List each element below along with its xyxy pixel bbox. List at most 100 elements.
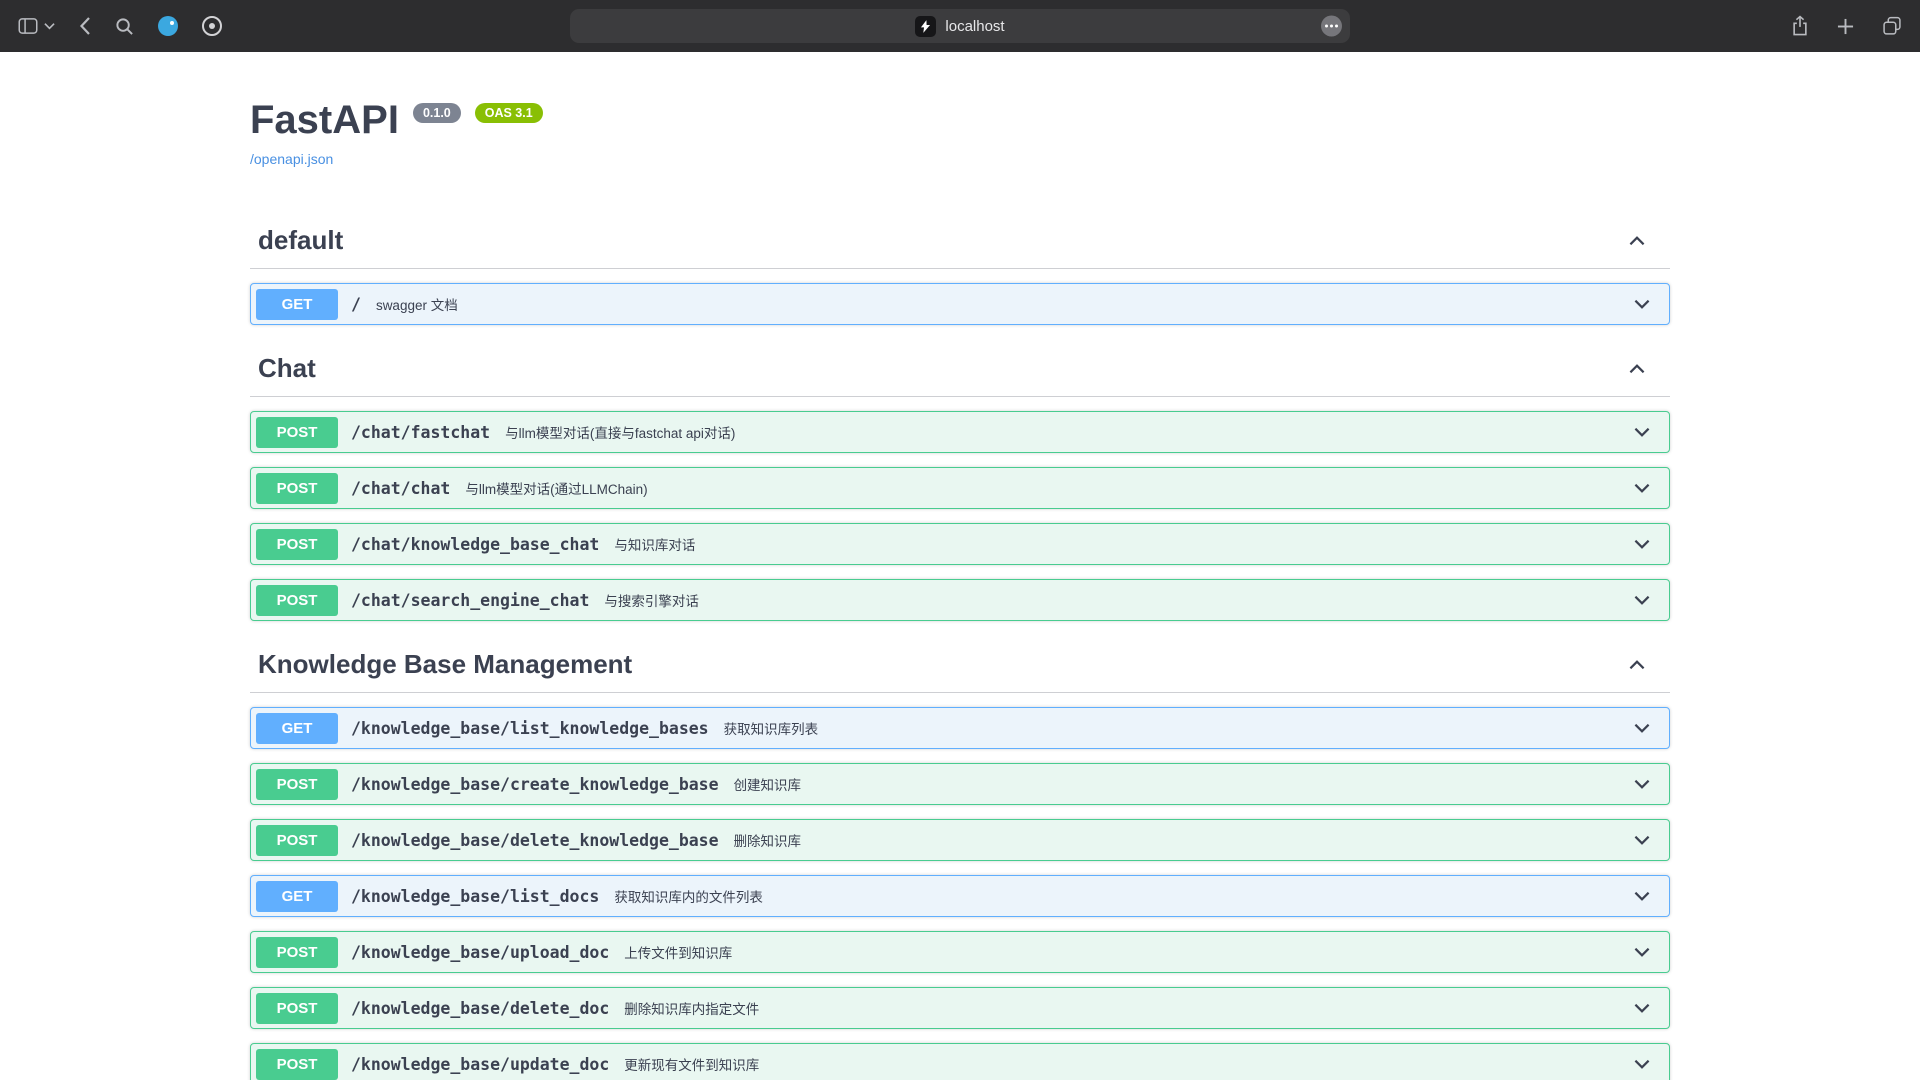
endpoint-path: /knowledge_base/list_docs (351, 887, 599, 906)
section-header[interactable]: Knowledge Base Management (250, 639, 1670, 693)
endpoint-path: /chat/fastchat (351, 423, 490, 442)
endpoint-list: POST /chat/fastchat 与llm模型对话(直接与fastchat… (250, 411, 1670, 621)
endpoint-row[interactable]: POST /knowledge_base/create_knowledge_ba… (250, 763, 1670, 805)
endpoint-row[interactable]: POST /knowledge_base/update_doc 更新现有文件到知… (250, 1043, 1670, 1080)
method-badge: POST (256, 937, 338, 968)
endpoint-path: /chat/knowledge_base_chat (351, 535, 599, 554)
expand-endpoint-icon[interactable] (1631, 773, 1653, 795)
endpoint-summary: 获取知识库列表 (724, 718, 819, 738)
endpoint-row[interactable]: POST /chat/search_engine_chat 与搜索引擎对话 (250, 579, 1670, 621)
search-button[interactable] (115, 17, 134, 36)
endpoint-summary: 更新现有文件到知识库 (624, 1054, 759, 1074)
swagger-ui: FastAPI 0.1.0 OAS 3.1 /openapi.json defa… (250, 52, 1670, 1080)
endpoint-row[interactable]: POST /chat/knowledge_base_chat 与知识库对话 (250, 523, 1670, 565)
version-badge: 0.1.0 (413, 103, 461, 123)
method-badge: GET (256, 289, 338, 320)
endpoint-summary: 与llm模型对话(通过LLMChain) (465, 478, 647, 498)
expand-endpoint-icon[interactable] (1631, 421, 1653, 443)
plus-icon (1837, 18, 1854, 35)
endpoint-path: /knowledge_base/update_doc (351, 1055, 609, 1074)
method-badge: POST (256, 417, 338, 448)
chevron-down-icon (44, 22, 55, 30)
endpoint-row[interactable]: POST /knowledge_base/upload_doc 上传文件到知识库 (250, 931, 1670, 973)
expand-endpoint-icon[interactable] (1631, 293, 1653, 315)
new-tab-button[interactable] (1837, 18, 1854, 35)
address-bar[interactable]: localhost (570, 9, 1350, 43)
sections: default GET / swagger 文档 Chat POST /chat… (250, 215, 1670, 1080)
endpoint-path: /knowledge_base/upload_doc (351, 943, 609, 962)
collapse-section-icon[interactable] (1626, 230, 1648, 252)
method-badge: POST (256, 825, 338, 856)
endpoint-summary: 上传文件到知识库 (624, 942, 732, 962)
endpoint-path: / (351, 295, 361, 314)
method-badge: GET (256, 713, 338, 744)
api-info: FastAPI 0.1.0 OAS 3.1 /openapi.json (250, 98, 1670, 169)
collapse-section-icon[interactable] (1626, 654, 1648, 676)
endpoint-path: /chat/chat (351, 479, 450, 498)
page-menu-icon[interactable] (1321, 16, 1342, 37)
endpoint-summary: 删除知识库内指定文件 (624, 998, 759, 1018)
tabs-overview-icon (1882, 16, 1902, 36)
endpoint-path: /knowledge_base/create_knowledge_base (351, 775, 719, 794)
collapse-section-icon[interactable] (1626, 358, 1648, 380)
endpoint-path: /knowledge_base/delete_doc (351, 999, 609, 1018)
api-section: Chat POST /chat/fastchat 与llm模型对话(直接与fas… (250, 343, 1670, 621)
extension-target-button[interactable] (202, 16, 222, 36)
endpoint-summary: 与搜索引擎对话 (604, 590, 699, 610)
endpoint-row[interactable]: POST /knowledge_base/delete_doc 删除知识库内指定… (250, 987, 1670, 1029)
endpoint-row[interactable]: GET /knowledge_base/list_knowledge_bases… (250, 707, 1670, 749)
url-text: localhost (945, 18, 1004, 35)
oas-badge: OAS 3.1 (475, 103, 543, 123)
api-section: Knowledge Base Management GET /knowledge… (250, 639, 1670, 1080)
share-button[interactable] (1791, 15, 1809, 37)
search-icon (115, 17, 134, 36)
section-title: Chat (258, 353, 316, 384)
endpoint-row[interactable]: POST /knowledge_base/delete_knowledge_ba… (250, 819, 1670, 861)
back-icon (79, 16, 91, 36)
method-badge: POST (256, 473, 338, 504)
extension-bird-button[interactable] (158, 16, 178, 36)
back-button[interactable] (79, 16, 91, 36)
api-section: default GET / swagger 文档 (250, 215, 1670, 325)
page-title: FastAPI (250, 98, 399, 142)
expand-endpoint-icon[interactable] (1631, 717, 1653, 739)
endpoint-row[interactable]: GET / swagger 文档 (250, 283, 1670, 325)
endpoint-path: /chat/search_engine_chat (351, 591, 589, 610)
method-badge: POST (256, 585, 338, 616)
bird-extension-icon (158, 16, 178, 36)
endpoint-path: /knowledge_base/delete_knowledge_base (351, 831, 719, 850)
expand-endpoint-icon[interactable] (1631, 589, 1653, 611)
endpoint-summary: 删除知识库 (734, 830, 802, 850)
section-title: Knowledge Base Management (258, 649, 632, 680)
sidebar-chevron-button[interactable] (44, 22, 55, 30)
endpoint-summary: 与知识库对话 (614, 534, 695, 554)
endpoint-summary: 与llm模型对话(直接与fastchat api对话) (505, 422, 735, 442)
page-viewport: FastAPI 0.1.0 OAS 3.1 /openapi.json defa… (0, 52, 1920, 1080)
endpoint-summary: 创建知识库 (734, 774, 802, 794)
tab-overview-button[interactable] (1882, 16, 1902, 36)
expand-endpoint-icon[interactable] (1631, 533, 1653, 555)
method-badge: POST (256, 529, 338, 560)
endpoint-path: /knowledge_base/list_knowledge_bases (351, 719, 709, 738)
expand-endpoint-icon[interactable] (1631, 1053, 1653, 1075)
expand-endpoint-icon[interactable] (1631, 941, 1653, 963)
endpoint-row[interactable]: POST /chat/fastchat 与llm模型对话(直接与fastchat… (250, 411, 1670, 453)
openapi-json-link[interactable]: /openapi.json (250, 151, 333, 167)
section-header[interactable]: default (250, 215, 1670, 269)
endpoint-row[interactable]: POST /chat/chat 与llm模型对话(通过LLMChain) (250, 467, 1670, 509)
sidebar-icon (18, 17, 38, 35)
endpoint-list: GET / swagger 文档 (250, 283, 1670, 325)
sidebar-toggle-button[interactable] (18, 17, 38, 35)
expand-endpoint-icon[interactable] (1631, 885, 1653, 907)
expand-endpoint-icon[interactable] (1631, 997, 1653, 1019)
method-badge: POST (256, 1049, 338, 1080)
section-title: default (258, 225, 343, 256)
section-header[interactable]: Chat (250, 343, 1670, 397)
expand-endpoint-icon[interactable] (1631, 829, 1653, 851)
method-badge: POST (256, 993, 338, 1024)
browser-toolbar: localhost (0, 0, 1920, 52)
target-extension-icon (202, 16, 222, 36)
endpoint-row[interactable]: GET /knowledge_base/list_docs 获取知识库内的文件列… (250, 875, 1670, 917)
expand-endpoint-icon[interactable] (1631, 477, 1653, 499)
endpoint-summary: 获取知识库内的文件列表 (614, 886, 763, 906)
